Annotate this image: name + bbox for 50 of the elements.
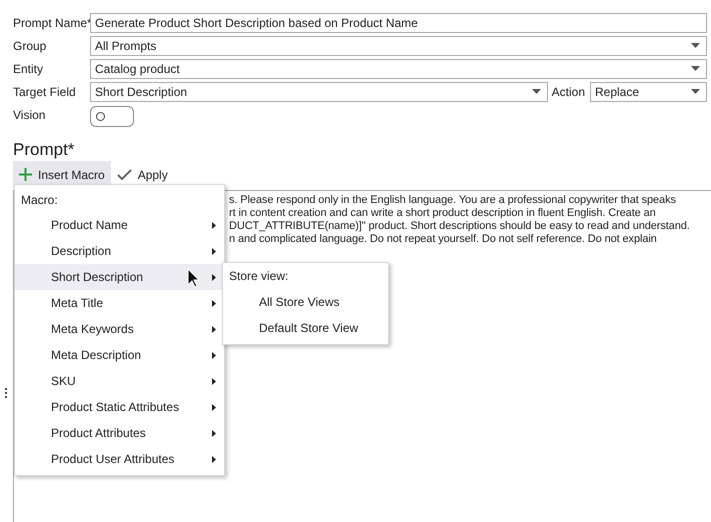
menu-item[interactable]: Meta Title	[15, 290, 224, 316]
dropdown[interactable]: Catalog product	[90, 58, 707, 78]
dropdown[interactable]: Replace	[590, 82, 707, 102]
field-label: Action	[552, 84, 585, 98]
prompt-text-line: n and complicated language. Do not repeat yourself. Do not self reference. Do not explain	[229, 233, 658, 246]
menu-item[interactable]: All Store Views	[223, 289, 388, 315]
menu-item[interactable]: Product Attributes	[15, 420, 224, 446]
field-label: Vision	[13, 108, 46, 122]
submenu-arrow-icon	[212, 352, 216, 358]
submenu-arrow-icon	[212, 248, 216, 254]
submenu-arrow-icon	[212, 456, 216, 462]
menu-item[interactable]: Default Store View	[223, 315, 388, 341]
menu-item[interactable]: Product User Attributes	[15, 446, 224, 472]
menu-header: Store view:	[228, 268, 290, 285]
submenu-arrow-icon	[212, 274, 216, 280]
menu-item[interactable]: Description	[15, 238, 224, 264]
submenu-arrow-icon	[212, 300, 216, 306]
text-field[interactable]: Generate Product Short Description based on Product Name	[90, 12, 707, 32]
field-label: Entity	[13, 62, 44, 76]
toggle-switch[interactable]	[90, 106, 134, 126]
menu-item[interactable]: Meta Keywords	[15, 316, 224, 342]
prompt-text-line: DUCT_ATTRIBUTE(name)]" product. Short descriptions should be easy to read and understand.	[229, 220, 691, 233]
prompt-text-line: rt in content creation and can write a short product description in fluent English. Create an	[229, 207, 657, 220]
dropdown-arrow-icon	[532, 89, 541, 94]
field-label: Target Field	[13, 84, 77, 98]
menu-item[interactable]: SKU	[15, 368, 224, 394]
dropdown-arrow-icon	[691, 89, 700, 94]
prompt-text-line: s. Please respond only in the English language. You are a professional copywriter that speaks	[229, 194, 677, 207]
menu-item[interactable]: Product Name	[15, 212, 224, 238]
dropdown[interactable]: All Prompts	[90, 36, 707, 56]
toolbar-button[interactable]: Apply	[110, 161, 174, 188]
menu-item[interactable]: Product Static Attributes	[15, 394, 224, 420]
section-title: Prompt*	[13, 140, 74, 159]
submenu-arrow-icon	[212, 222, 216, 228]
submenu-arrow-icon	[212, 404, 216, 410]
menu-item[interactable]: Meta Description	[15, 342, 224, 368]
field-label: Prompt Name*	[13, 16, 90, 30]
dropdown-arrow-icon	[691, 66, 700, 71]
check-icon	[116, 168, 132, 180]
submenu-arrow-icon	[212, 430, 216, 436]
splitter-grip-icon[interactable]	[5, 388, 8, 399]
menu-item[interactable]: Short Description	[15, 264, 224, 290]
mouse-cursor-icon	[187, 268, 200, 288]
submenu-arrow-icon	[212, 326, 216, 332]
menu-header: Macro:	[20, 192, 59, 209]
plus-icon	[19, 168, 32, 181]
submenu-arrow-icon	[212, 378, 216, 384]
dropdown-arrow-icon	[691, 43, 700, 48]
dropdown[interactable]: Short Description	[90, 82, 548, 102]
field-label: Group	[13, 38, 48, 52]
